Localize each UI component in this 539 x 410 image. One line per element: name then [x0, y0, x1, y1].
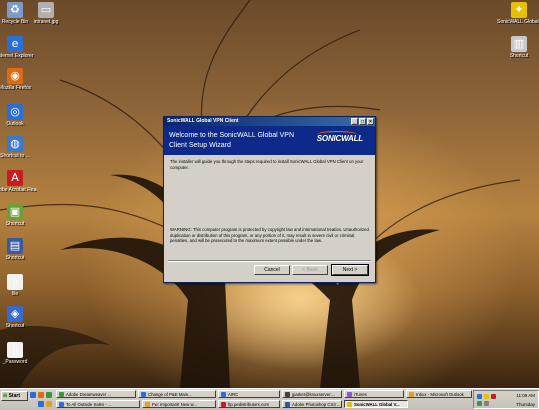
- desktop: ♻ Recycle Bin ▭ intranet.jpg e Internet Explo…: [0, 0, 539, 388]
- desktop-icon-image: ▭: [38, 2, 54, 18]
- desktop-icon-image: ▯: [7, 274, 23, 290]
- cancel-button[interactable]: Cancel: [254, 265, 290, 275]
- taskbar-button[interactable]: iTunes: [344, 390, 404, 398]
- taskbar-button[interactable]: Inbox - Microsoft Outlook: [406, 390, 472, 398]
- desktop-icon[interactable]: ▯ _Password: [0, 342, 37, 365]
- desktop-icon-label: SonicWALL Global VPN Client: [497, 19, 539, 25]
- desktop-icon-label: file: [11, 291, 19, 297]
- ie-quicklaunch-icon[interactable]: [38, 401, 44, 407]
- outlook-quicklaunch-icon[interactable]: [46, 401, 52, 407]
- desktop-icon-image: e: [7, 36, 23, 52]
- desktop-icon[interactable]: ▣ Shortcut: [0, 204, 37, 227]
- dialog-titlebar[interactable]: SonicWALL Global VPN Client _ □ ×: [164, 117, 375, 126]
- wizard-heading-line2: Client Setup Wizard: [169, 142, 231, 149]
- desktop-icon-label: Adobe Acrobat Reader: [0, 187, 37, 193]
- quicklaunch-icon[interactable]: [46, 392, 52, 398]
- desktop-icon-image: A: [7, 170, 23, 186]
- taskbar-button[interactable]: To All Outside Sales - ...: [56, 400, 140, 408]
- desktop-icon-label: Shortcut: [5, 221, 25, 227]
- desktop-icon[interactable]: ✦SonicWALL Global VPN Client: [497, 2, 539, 25]
- desktop-icon[interactable]: ◉ Mozilla Firefox: [0, 68, 37, 91]
- taskbar: ⊞ Start Adobe Dreamweaver ... Change of P…: [0, 388, 539, 410]
- taskbar-button[interactable]: jparker@knuxserver:...: [282, 390, 342, 398]
- quicklaunch-icon[interactable]: [30, 401, 36, 407]
- desktop-icon[interactable]: e Internet Explorer: [0, 36, 37, 59]
- dialog-title: SonicWALL Global VPN Client: [167, 118, 239, 124]
- desktop-icon[interactable]: ▥ Shortcut: [497, 36, 539, 59]
- desktop-icon[interactable]: ▭ intranet.jpg: [24, 2, 68, 25]
- desktop-icon[interactable]: AAdobe Acrobat Reader: [0, 170, 37, 193]
- windows-flag-icon: ⊞: [3, 393, 8, 399]
- firefox-quicklaunch-icon[interactable]: [38, 392, 44, 398]
- tray-icon[interactable]: [477, 401, 482, 406]
- desktop-icon-label: Shortcut: [5, 323, 25, 329]
- desktop-icon-label: Shortcut: [5, 255, 25, 261]
- taskbar-button[interactable]: Fw: Important! New w...: [142, 400, 216, 408]
- sonicwall-logo: SONICWALL: [316, 131, 363, 143]
- network-icon[interactable]: [477, 394, 482, 399]
- desktop-icon-image: ♻: [7, 2, 23, 18]
- vpn-tray-icon[interactable]: [484, 394, 489, 399]
- button-separator: [168, 260, 371, 262]
- desktop-icon-image: ◈: [7, 306, 23, 322]
- clock-day: Thursday: [516, 402, 535, 407]
- system-tray: 11:09 AM Thursday: [473, 390, 539, 409]
- desktop-icon-label: Shortcut: [509, 53, 529, 59]
- installer-dialog: SonicWALL Global VPN Client _ □ × Welcom…: [163, 116, 376, 283]
- desktop-icon[interactable]: ▯ file: [0, 274, 37, 297]
- start-button[interactable]: ⊞ Start: [1, 391, 28, 401]
- copyright-warning: WARNING: This computer program is protec…: [170, 227, 369, 243]
- taskbar-button[interactable]: SonicWALL Global V...: [344, 400, 408, 408]
- desktop-icon[interactable]: ◎ Outlook: [0, 104, 37, 127]
- desktop-icon-image: ▯: [7, 342, 23, 358]
- desktop-icon-image: ▥: [511, 36, 527, 52]
- taskbar-button[interactable]: AIRC: [218, 390, 280, 398]
- desktop-icon-image: ◉: [7, 68, 23, 84]
- maximize-button[interactable]: □: [359, 118, 366, 125]
- wizard-heading-line1: Welcome to the SonicWALL Global VPN: [169, 132, 295, 139]
- desktop-icon[interactable]: ◍ Shortcut to ...: [0, 136, 37, 159]
- taskbar-button[interactable]: Adobe Dreamweaver ...: [56, 390, 136, 398]
- desktop-icon-image: ◍: [7, 136, 23, 152]
- minimize-button[interactable]: _: [351, 118, 358, 125]
- desktop-icon-image: ✦: [511, 2, 527, 18]
- desktop-icon[interactable]: ▤ Shortcut: [0, 238, 37, 261]
- antivirus-icon[interactable]: [491, 394, 496, 399]
- desktop-icon-label: Internet Explorer: [0, 53, 34, 59]
- desktop-icon-label: Outlook: [6, 121, 24, 127]
- clock-time[interactable]: 11:09 AM: [516, 393, 535, 398]
- taskbar-button[interactable]: Adobe Photoshop CS3 ...: [282, 400, 342, 408]
- show-desktop-icon[interactable]: [30, 392, 36, 398]
- close-button[interactable]: ×: [367, 118, 374, 125]
- volume-icon[interactable]: [484, 401, 489, 406]
- desktop-icon-image: ◎: [7, 104, 23, 120]
- desktop-icon-label: intranet.jpg: [33, 19, 59, 25]
- desktop-icon-label: Mozilla Firefox: [0, 85, 32, 91]
- desktop-icon-label: Shortcut to ...: [0, 153, 30, 159]
- intro-text: The installer will guide you through the…: [170, 159, 364, 170]
- wizard-banner: Welcome to the SonicWALL Global VPN Clie…: [164, 126, 375, 155]
- back-button[interactable]: < Back: [292, 265, 328, 275]
- desktop-icon-image: ▣: [7, 204, 23, 220]
- next-button[interactable]: Next >: [331, 264, 369, 276]
- taskbar-button[interactable]: Change of P&E Main...: [138, 390, 216, 398]
- taskbar-button[interactable]: ftp.pedistributors.com: [218, 400, 280, 408]
- desktop-icon-image: ▤: [7, 238, 23, 254]
- desktop-icon-label: _Password: [2, 359, 28, 365]
- desktop-icon[interactable]: ◈ Shortcut: [0, 306, 37, 329]
